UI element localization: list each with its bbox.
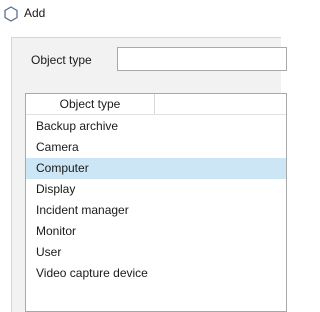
- window-title: Add: [24, 6, 46, 20]
- list-item[interactable]: Incident manager: [26, 200, 286, 221]
- list-rows: Backup archive Camera Computer Display I…: [26, 116, 286, 284]
- list-item[interactable]: User: [26, 242, 286, 263]
- object-type-label: Object type: [31, 53, 92, 67]
- list-item[interactable]: Backup archive: [26, 116, 286, 137]
- hexagon-icon: [4, 6, 18, 22]
- list-item[interactable]: Computer: [26, 158, 286, 179]
- list-header: Object type: [26, 94, 286, 115]
- list-item[interactable]: Camera: [26, 137, 286, 158]
- column-header-object-type[interactable]: Object type: [26, 94, 155, 114]
- title-bar: Add: [0, 0, 281, 28]
- list-item[interactable]: Video capture device: [26, 263, 286, 284]
- list-item[interactable]: Monitor: [26, 221, 286, 242]
- list-item[interactable]: Display: [26, 179, 286, 200]
- object-type-input[interactable]: [117, 47, 287, 71]
- object-type-list[interactable]: Object type Backup archive Camera Comput…: [25, 93, 287, 312]
